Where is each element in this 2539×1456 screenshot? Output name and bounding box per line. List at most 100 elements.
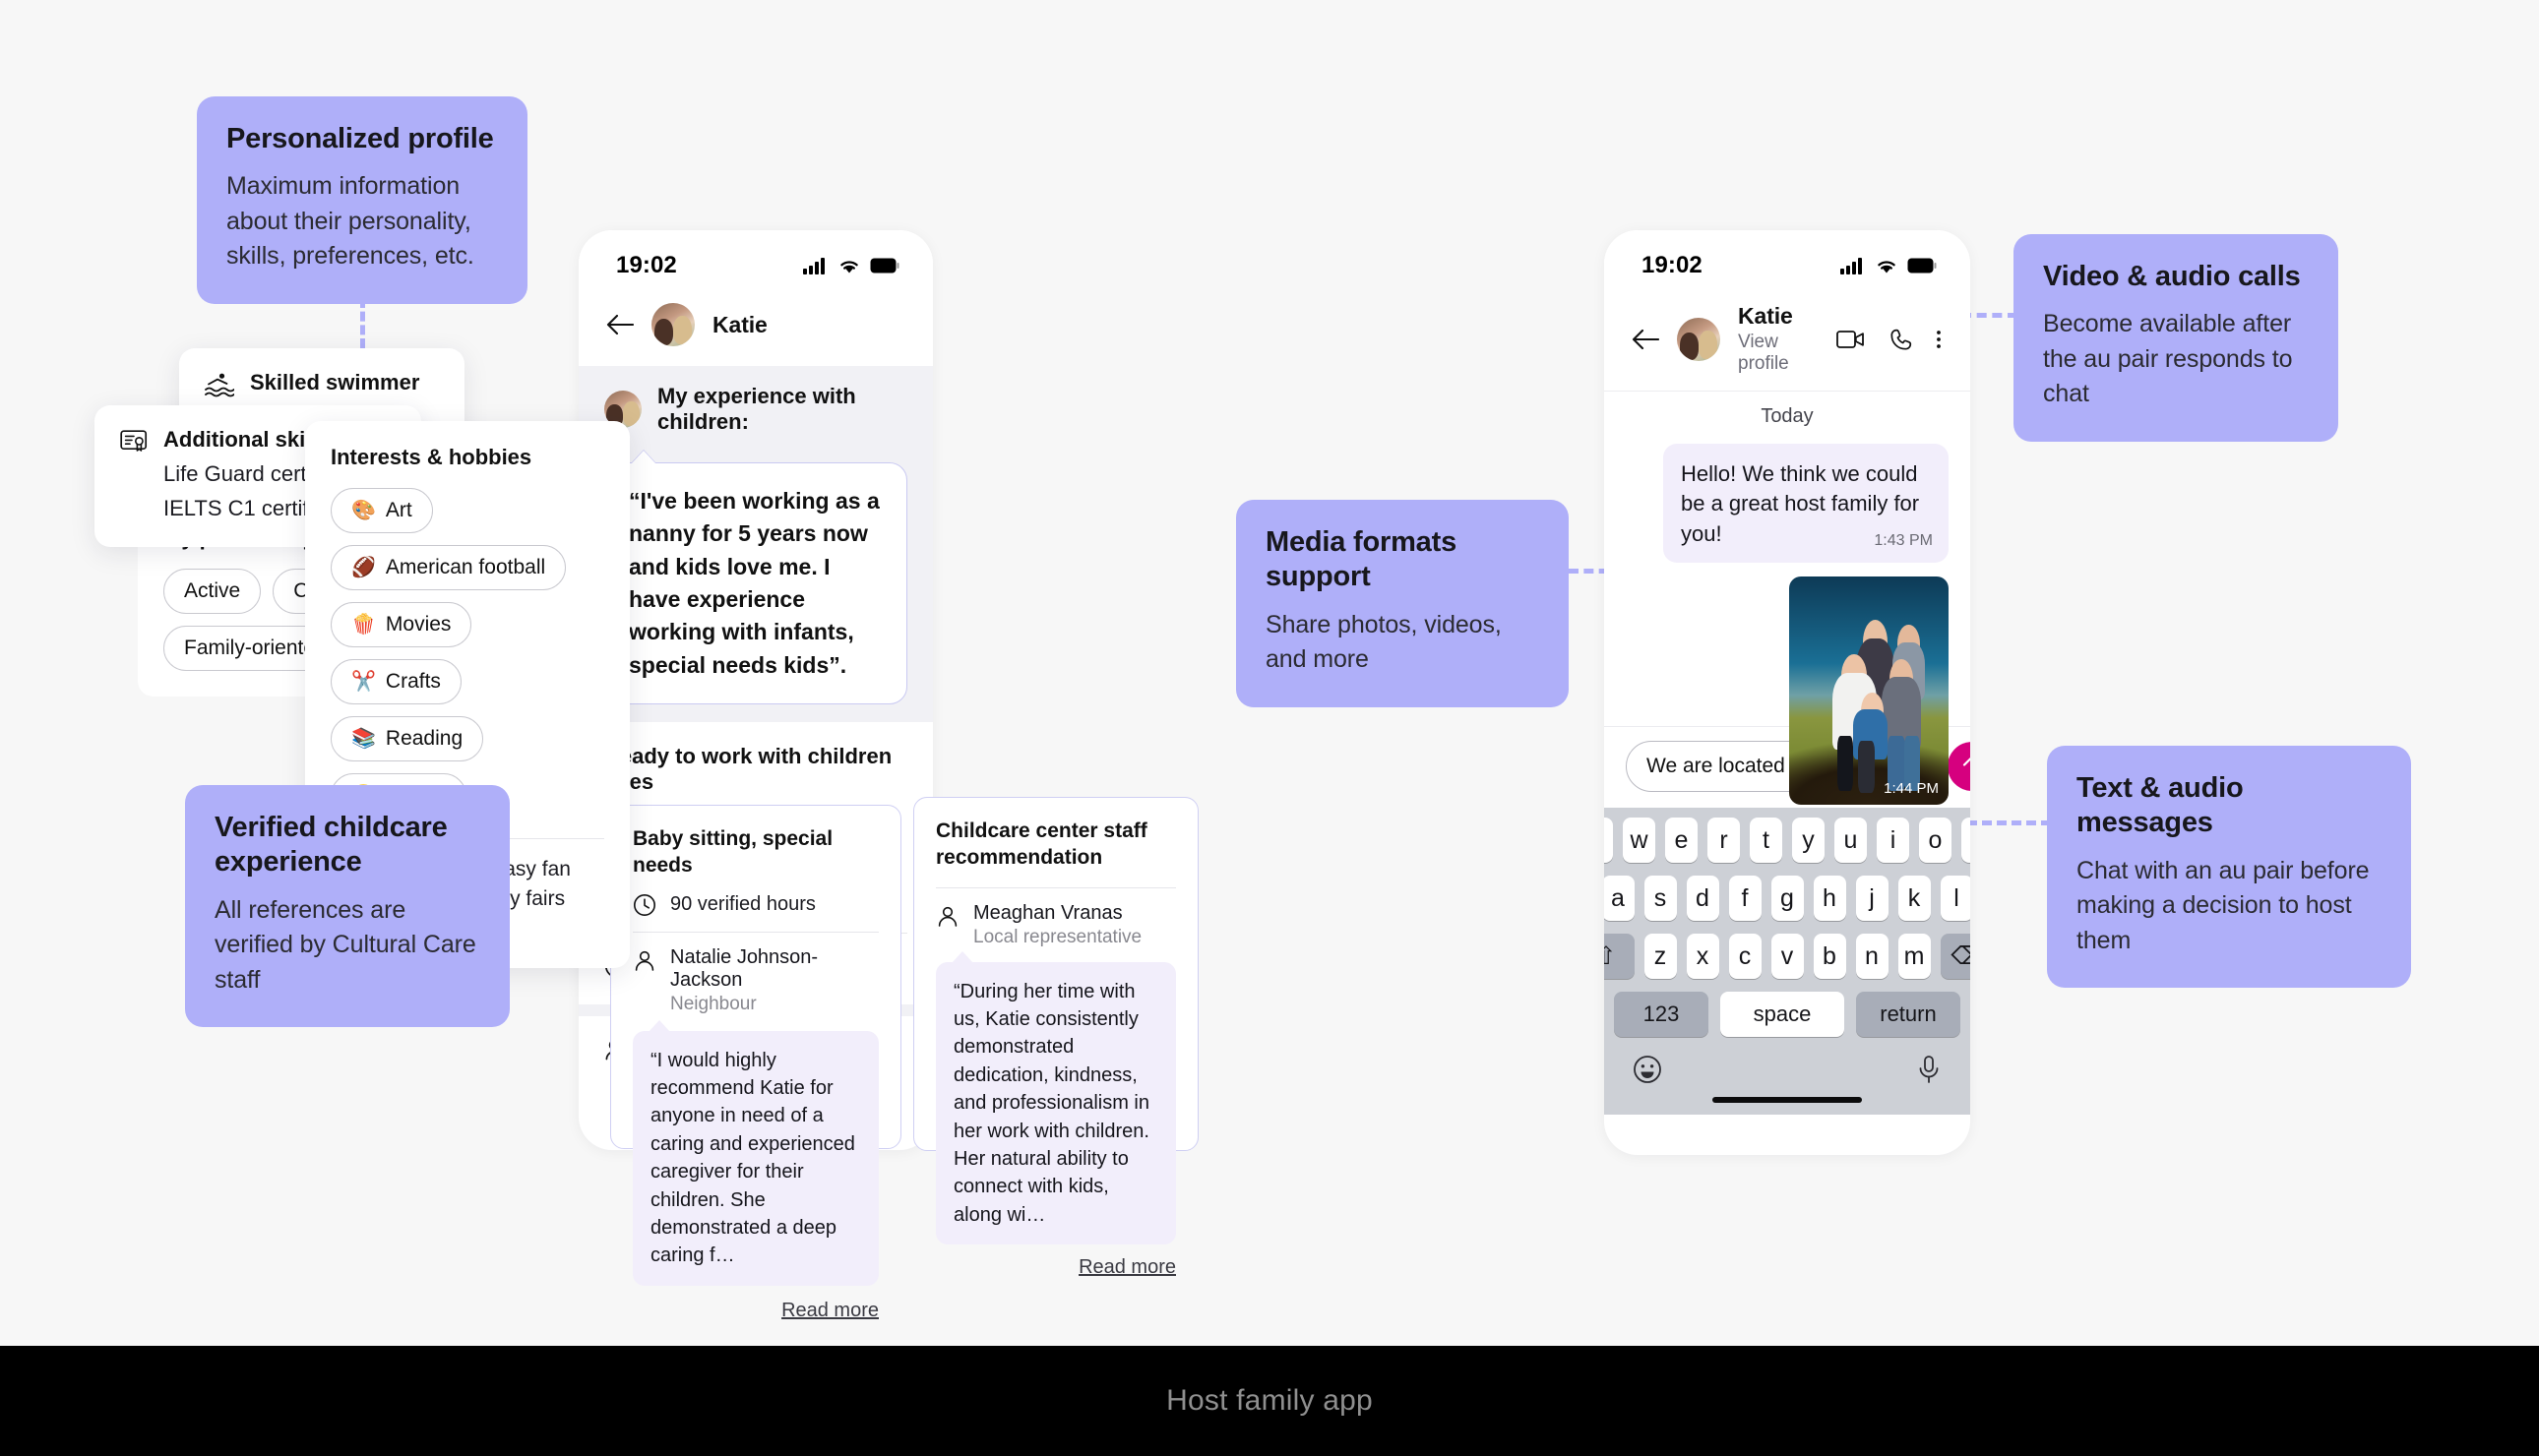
- key-t[interactable]: t: [1750, 818, 1782, 863]
- key-z[interactable]: z: [1643, 934, 1677, 979]
- key-v[interactable]: v: [1770, 934, 1804, 979]
- key-l[interactable]: l: [1940, 876, 1970, 921]
- profile-nav-bar: Katie: [579, 291, 933, 366]
- keyboard-row-2: a s d f g h j k l: [1604, 876, 1970, 921]
- referee-name: Meaghan Vranas: [973, 901, 1123, 924]
- callout-title: Verified childcare experience: [215, 812, 448, 879]
- more-options-icon[interactable]: [1935, 328, 1943, 351]
- key-c[interactable]: c: [1728, 934, 1762, 979]
- send-arrow-icon: [1962, 757, 1970, 766]
- art-icon: 🎨: [351, 500, 376, 521]
- onscreen-keyboard: q w e r t y u i o p a s d f g h j k l: [1604, 808, 1970, 1115]
- interest-pill[interactable]: 🍿 Movies: [331, 602, 472, 647]
- key-b[interactable]: b: [1813, 934, 1846, 979]
- interest-label: Crafts: [385, 670, 441, 693]
- back-arrow-icon[interactable]: [606, 314, 634, 335]
- read-more-link[interactable]: Read more: [781, 1300, 879, 1321]
- chat-bubble-outgoing: Hello! We think we could be a great host…: [1663, 444, 1949, 564]
- status-icons: [1840, 257, 1937, 274]
- interest-pill[interactable]: ✂️ Crafts: [331, 659, 462, 704]
- key-i[interactable]: i: [1877, 818, 1909, 863]
- profile-status-bar: 19:02: [579, 230, 933, 291]
- key-h[interactable]: h: [1813, 876, 1846, 921]
- home-indicator: [1712, 1097, 1862, 1103]
- battery-icon: [1907, 258, 1937, 273]
- reference-card[interactable]: Baby sitting, special needs 90 verified …: [610, 805, 901, 1321]
- key-y[interactable]: y: [1792, 818, 1825, 863]
- callout-title: Text & audio messages: [2076, 772, 2244, 839]
- microphone-icon[interactable]: [1915, 1054, 1943, 1085]
- chat-nav-name: Katie: [1738, 303, 1793, 329]
- interest-pill[interactable]: 🎨 Art: [331, 488, 433, 533]
- back-arrow-icon[interactable]: [1632, 329, 1659, 350]
- footer-label: Host family app: [1166, 1384, 1373, 1417]
- reference-card[interactable]: Childcare center staff recommendation Me…: [913, 797, 1199, 1278]
- key-u[interactable]: u: [1834, 818, 1867, 863]
- key-j[interactable]: j: [1855, 876, 1889, 921]
- keyboard-row-1: q w e r t y u i o p: [1604, 818, 1970, 863]
- key-q[interactable]: q: [1604, 818, 1613, 863]
- emoji-icon[interactable]: [1632, 1054, 1663, 1085]
- key-x[interactable]: x: [1686, 934, 1719, 979]
- reference-title: Baby sitting, special needs: [633, 827, 834, 878]
- read-more-wrap: Read more: [936, 1256, 1176, 1279]
- video-call-icon[interactable]: [1836, 329, 1866, 350]
- key-o[interactable]: o: [1919, 818, 1951, 863]
- profile-nav-name: Katie: [712, 311, 768, 337]
- space-key[interactable]: space: [1720, 992, 1844, 1037]
- callout-body: All references are verified by Cultural …: [215, 895, 476, 994]
- phone-call-icon[interactable]: [1889, 328, 1913, 351]
- key-s[interactable]: s: [1643, 876, 1677, 921]
- interest-pill[interactable]: 📚 Reading: [331, 716, 484, 761]
- key-k[interactable]: k: [1897, 876, 1931, 921]
- avatar[interactable]: [1677, 317, 1720, 361]
- callout-title: Video & audio calls: [2043, 261, 2301, 292]
- callout-body: Become available after the au pair respo…: [2043, 310, 2293, 408]
- callout-video-audio-calls: Video & audio calls Become available aft…: [2013, 234, 2338, 442]
- key-p[interactable]: p: [1961, 818, 1970, 863]
- interest-label: Art: [385, 499, 412, 521]
- interest-label: Reading: [385, 727, 464, 750]
- view-profile-link[interactable]: View profile: [1738, 332, 1819, 375]
- callout-text-audio-messages: Text & audio messages Chat with an au pa…: [2047, 746, 2411, 989]
- callout-media-formats: Media formats support Share photos, vide…: [1236, 500, 1569, 707]
- callout-title: Media formats support: [1266, 526, 1456, 593]
- chat-phone: 19:02 Katie View profile Today Hello! We…: [1604, 230, 1970, 1155]
- trait-pill[interactable]: Active: [163, 569, 262, 614]
- wifi-icon: [840, 260, 858, 273]
- experience-header: My experience with children:: [579, 366, 933, 447]
- key-r[interactable]: r: [1707, 818, 1740, 863]
- key-d[interactable]: d: [1686, 876, 1719, 921]
- callout-verified-childcare: Verified childcare experience All refere…: [185, 785, 510, 1028]
- status-icons: [803, 257, 899, 274]
- movies-icon: 🍿: [351, 614, 376, 636]
- experience-heading: My experience with children:: [657, 384, 856, 434]
- interest-label: Movies: [385, 613, 452, 636]
- key-m[interactable]: m: [1897, 934, 1931, 979]
- keyboard-bottom-row: [1610, 1050, 1964, 1087]
- callout-personalized-profile: Personalized profile Maximum information…: [197, 96, 527, 304]
- callout-body: Share photos, videos, and more: [1266, 610, 1502, 674]
- return-key[interactable]: return: [1856, 992, 1960, 1037]
- referee-row: Natalie Johnson-Jackson Neighbour: [633, 946, 879, 1015]
- key-f[interactable]: f: [1728, 876, 1762, 921]
- shift-key[interactable]: ⇧: [1604, 934, 1635, 979]
- key-g[interactable]: g: [1770, 876, 1804, 921]
- key-n[interactable]: n: [1855, 934, 1889, 979]
- send-button[interactable]: [1948, 742, 1970, 791]
- callout-body: Maximum information about their personal…: [226, 172, 474, 271]
- key-e[interactable]: e: [1665, 818, 1698, 863]
- chat-messages-list[interactable]: Today Hello! We think we could be a grea…: [1604, 405, 1970, 806]
- chat-photo-message[interactable]: 1:44 PM: [1789, 576, 1949, 806]
- key-a[interactable]: a: [1604, 876, 1635, 921]
- key-w[interactable]: w: [1623, 818, 1655, 863]
- interest-pill[interactable]: 🏈 American football: [331, 545, 567, 590]
- status-time: 19:02: [616, 252, 677, 278]
- numbers-key[interactable]: 123: [1614, 992, 1708, 1037]
- verified-hours-row: 90 verified hours: [633, 893, 879, 917]
- referee-role: Neighbour: [670, 993, 757, 1014]
- clock-icon: [634, 893, 655, 916]
- swimmer-icon: [205, 373, 234, 397]
- backspace-key[interactable]: ⌫: [1940, 934, 1970, 979]
- read-more-link[interactable]: Read more: [1079, 1256, 1176, 1278]
